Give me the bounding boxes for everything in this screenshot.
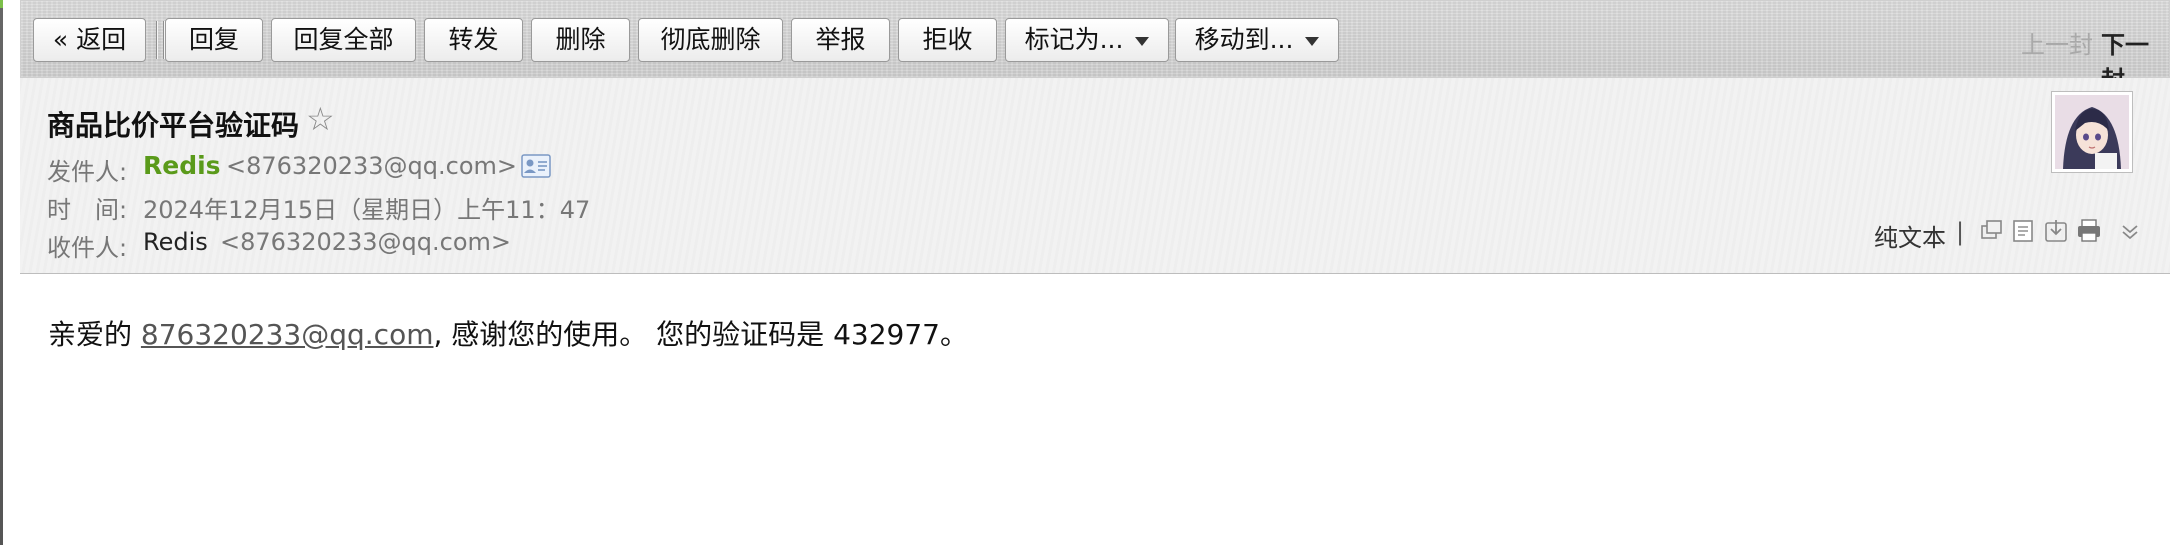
- new-window-icon[interactable]: [1981, 220, 2002, 239]
- download-icon[interactable]: [2045, 220, 2067, 242]
- toolbar-separator: [163, 21, 164, 59]
- move-to-dropdown[interactable]: 移动到...: [1175, 18, 1339, 62]
- recipient-email: <876320233@qq.com>: [220, 228, 511, 256]
- forward-button[interactable]: 转发: [424, 18, 523, 62]
- mark-as-dropdown[interactable]: 标记为...: [1005, 18, 1169, 62]
- previous-mail-link[interactable]: 上一封: [2021, 25, 2093, 60]
- toolbar-separator: [156, 21, 157, 59]
- back-button[interactable]: « 返回: [33, 18, 146, 62]
- recipient-email-link[interactable]: 876320233@qq.com: [141, 318, 434, 351]
- time-label: 时 间:: [47, 196, 128, 224]
- header-icon-group: [1980, 218, 2160, 252]
- star-icon[interactable]: ☆: [306, 100, 335, 138]
- verification-message: , 感谢您的使用。 您的验证码是 432977。: [433, 318, 968, 351]
- report-button[interactable]: 举报: [791, 18, 890, 62]
- from-label: 发件人:: [47, 158, 128, 186]
- mail-toolbar: « 返回 回复 回复全部 转发 删除 彻底删除 举报 拒收 标记为... 移动到…: [20, 0, 2170, 94]
- plain-text-link[interactable]: 纯文本: [1874, 218, 1946, 253]
- delete-permanently-button[interactable]: 彻底删除: [638, 18, 783, 62]
- to-label: 收件人:: [47, 234, 128, 262]
- recipient-name[interactable]: Redis: [143, 228, 208, 256]
- note-icon[interactable]: [2013, 220, 2033, 242]
- delete-button[interactable]: 删除: [531, 18, 630, 62]
- move-to-label: 移动到...: [1194, 25, 1294, 54]
- reply-button[interactable]: 回复: [165, 18, 263, 62]
- greeting-text: 亲爱的: [48, 318, 141, 351]
- expand-chevron-icon[interactable]: [2122, 225, 2138, 240]
- chevron-down-icon: [1135, 36, 1150, 46]
- reject-button[interactable]: 拒收: [898, 18, 997, 62]
- chevron-down-icon: [1305, 36, 1320, 46]
- avatar: [2051, 91, 2133, 173]
- mail-subject: 商品比价平台验证码: [47, 109, 300, 142]
- mark-as-label: 标记为...: [1024, 25, 1124, 54]
- sender-email: <876320233@qq.com>: [226, 152, 517, 180]
- print-icon[interactable]: [2078, 219, 2100, 242]
- mail-header: 商品比价平台验证码 ☆ 发件人: Redis <876320233@qq.com…: [20, 78, 2170, 274]
- left-edge-border: [0, 0, 3, 545]
- reply-all-button[interactable]: 回复全部: [271, 18, 416, 62]
- sender-name[interactable]: Redis: [143, 151, 221, 180]
- toolbar-divider: |: [1956, 218, 1965, 246]
- contact-card-icon[interactable]: [521, 154, 551, 178]
- mail-body: 亲爱的 876320233@qq.com, 感谢您的使用。 您的验证码是 432…: [48, 313, 968, 353]
- time-value: 2024年12月15日（星期日）上午11：47: [143, 196, 591, 224]
